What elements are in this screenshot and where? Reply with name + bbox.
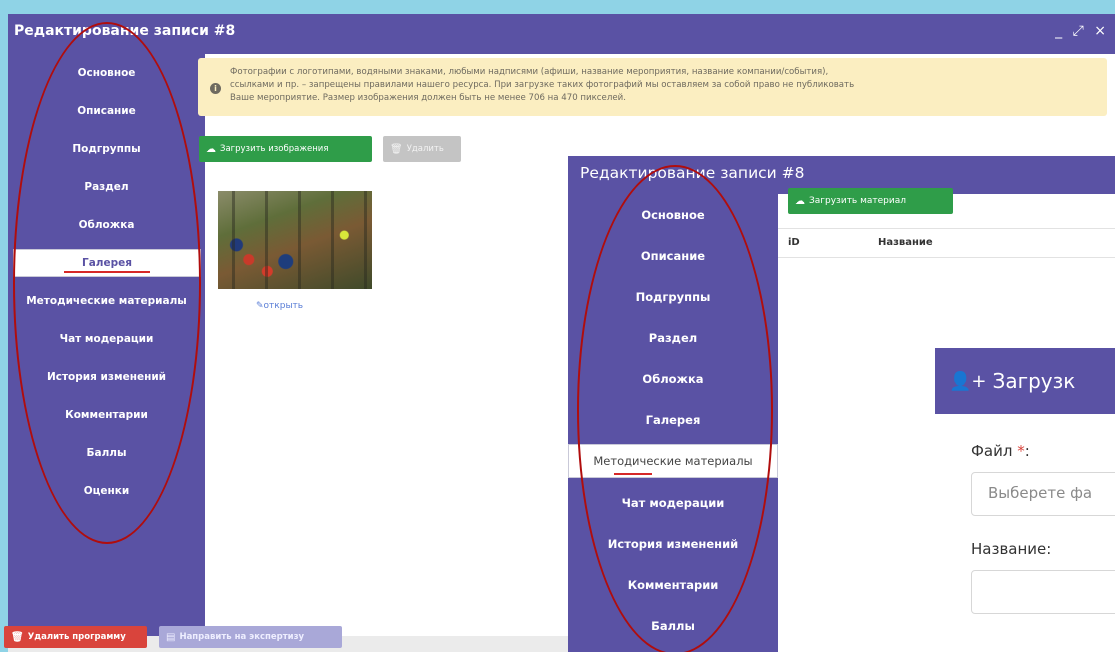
- notice-line-3: Ваше мероприятие. Размер изображения дол…: [230, 93, 626, 103]
- sidebar-item-gallery[interactable]: Галерея: [13, 249, 201, 277]
- cloud-upload-icon: ☁: [206, 143, 216, 155]
- upload-material-button[interactable]: ☁ Загрузить материал: [788, 188, 953, 214]
- send-to-expertise-label: Направить на экспертизу: [179, 632, 305, 642]
- sidebar-item-moderation-chat[interactable]: Чат модерации: [568, 482, 778, 523]
- sidebar-item-methodical-materials[interactable]: Методические материалы: [8, 282, 205, 320]
- edit-icon: ✎: [256, 301, 264, 311]
- sidebar-item-cover[interactable]: Обложка: [568, 358, 778, 399]
- sidebar-item-main[interactable]: Основное: [8, 54, 205, 92]
- front-window-title: Редактирование записи #8: [580, 164, 805, 182]
- delete-image-label: Удалить: [406, 144, 444, 154]
- sidebar-item-description[interactable]: Описание: [568, 235, 778, 276]
- front-sidebar: Основное Описание Подгруппы Раздел Облож…: [568, 194, 778, 652]
- sidebar-item-cover[interactable]: Обложка: [8, 206, 205, 244]
- file-label: Файл *:: [971, 442, 1030, 460]
- name-label: Название:: [971, 540, 1052, 558]
- upload-modal-header: 👤+ Загрузк: [935, 348, 1115, 414]
- sidebar-item-subgroups[interactable]: Подгруппы: [8, 130, 205, 168]
- open-photo-link[interactable]: ✎открыть: [256, 301, 303, 311]
- sidebar-item-change-history[interactable]: История изменений: [8, 358, 205, 396]
- open-photo-label: открыть: [263, 301, 304, 311]
- send-to-expertise-button[interactable]: ▤ Направить на экспертизу: [159, 626, 342, 648]
- sidebar-item-subgroups[interactable]: Подгруппы: [568, 276, 778, 317]
- notice-line-1: Фотографии с логотипами, водяными знакам…: [230, 67, 829, 77]
- sidebar-item-section[interactable]: Раздел: [568, 317, 778, 358]
- sidebar-item-moderation-chat[interactable]: Чат модерации: [8, 320, 205, 358]
- upload-images-label: Загрузить изображения: [220, 144, 329, 154]
- trash-icon: 🗑: [11, 631, 24, 643]
- sidebar-item-section[interactable]: Раздел: [8, 168, 205, 206]
- delete-program-button[interactable]: 🗑 Удалить программу: [4, 626, 147, 648]
- column-name[interactable]: Название: [878, 237, 933, 248]
- info-icon: i: [210, 83, 221, 94]
- sidebar-item-comments[interactable]: Комментарии: [568, 564, 778, 605]
- window-controls[interactable]: _ ⤢ ×: [1055, 23, 1109, 39]
- materials-table-header: iD Название: [778, 228, 1115, 258]
- cloud-upload-icon: ☁: [795, 195, 805, 207]
- file-input[interactable]: Выберете фа: [971, 472, 1115, 516]
- photo-rules-notice: i Фотографии с логотипами, водяными знак…: [198, 58, 1107, 116]
- gallery-photo-thumbnail[interactable]: [218, 191, 372, 289]
- back-sidebar: Основное Описание Подгруппы Раздел Облож…: [8, 54, 205, 636]
- column-id[interactable]: iD: [788, 237, 800, 248]
- upload-modal: 👤+ Загрузк Файл *: Выберете фа Название:: [935, 348, 1115, 652]
- notice-line-2: ссылками и пр. – запрещены правилами наш…: [230, 80, 855, 90]
- trash-icon: 🗑: [390, 143, 403, 155]
- sidebar-item-change-history[interactable]: История изменений: [568, 523, 778, 564]
- required-mark: *: [1017, 442, 1025, 460]
- back-window-title: Редактирование записи #8: [14, 23, 236, 39]
- delete-program-label: Удалить программу: [27, 632, 126, 642]
- sidebar-item-comments[interactable]: Комментарии: [8, 396, 205, 434]
- document-icon: ▤: [166, 631, 176, 643]
- sidebar-item-points[interactable]: Баллы: [8, 434, 205, 472]
- sidebar-item-main[interactable]: Основное: [568, 194, 778, 235]
- add-user-icon: 👤+: [949, 370, 987, 392]
- sidebar-item-description[interactable]: Описание: [8, 92, 205, 130]
- sidebar-item-ratings[interactable]: Оценки: [8, 472, 205, 510]
- back-window-titlebar: Редактирование записи #8 _ ⤢ ×: [8, 14, 1115, 54]
- upload-images-button[interactable]: ☁ Загрузить изображения: [199, 136, 372, 162]
- name-input[interactable]: [971, 570, 1115, 614]
- sidebar-item-methodical-materials[interactable]: Методические материалы: [568, 444, 778, 478]
- sidebar-item-gallery[interactable]: Галерея: [568, 399, 778, 440]
- upload-material-label: Загрузить материал: [809, 196, 907, 206]
- upload-modal-title: Загрузк: [992, 369, 1076, 393]
- delete-image-button[interactable]: 🗑 Удалить: [383, 136, 461, 162]
- sidebar-item-points[interactable]: Баллы: [568, 605, 778, 646]
